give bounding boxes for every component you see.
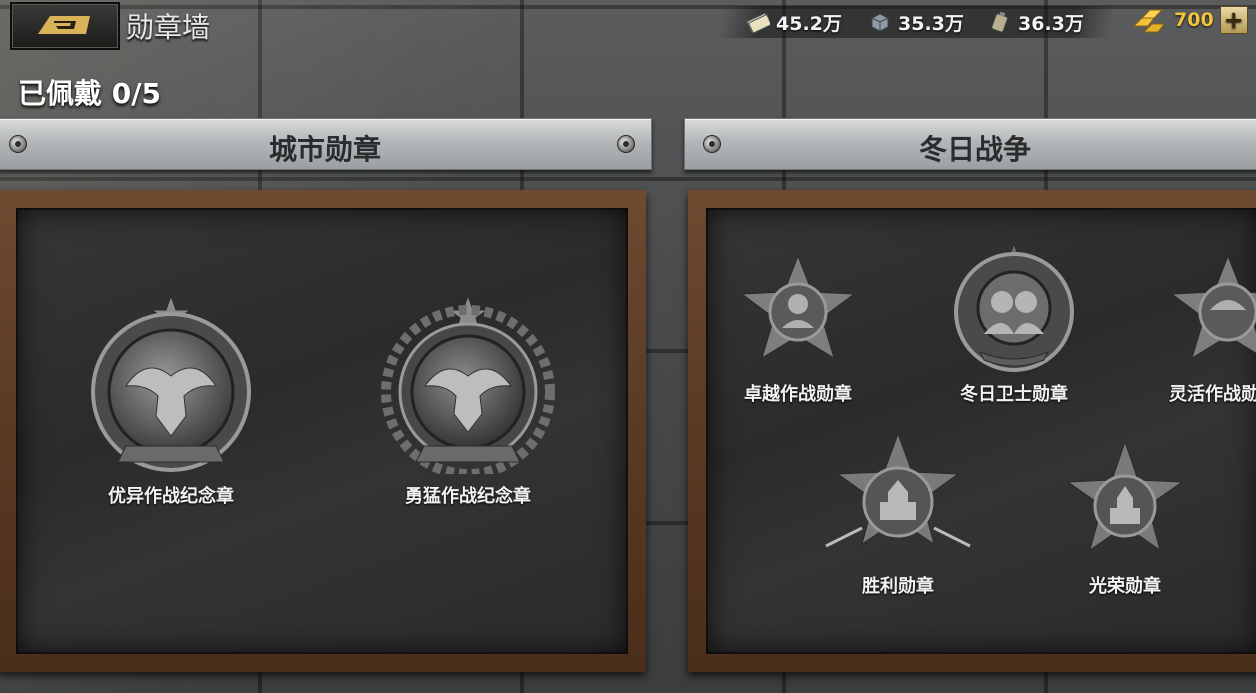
board-surface: 卓越作战勋章 冬日卫士勋章 灵活作战勋 胜利勋章 光荣勋章 <box>706 208 1256 654</box>
medal-slot[interactable]: 优异作战纪念章 <box>86 296 256 508</box>
medal-slot[interactable]: 胜利勋章 <box>822 432 974 598</box>
resource-cash: 45.2万 <box>746 8 842 36</box>
medal-board-city: 优异作战纪念章 勇猛作战纪念章 <box>0 190 646 672</box>
page-title: 勋章墙 <box>126 11 211 44</box>
eagle-medal-icon <box>91 296 251 472</box>
medal-label: 优异作战纪念章 <box>108 486 234 507</box>
medal-board-winter: 卓越作战勋章 冬日卫士勋章 灵活作战勋 胜利勋章 光荣勋章 <box>688 190 1256 672</box>
screw-icon <box>617 135 635 153</box>
medal-label: 冬日卫士勋章 <box>960 384 1068 405</box>
gold-bars-icon <box>1132 9 1165 33</box>
medal-label: 胜利勋章 <box>862 576 934 597</box>
victory-star-medal-icon <box>825 432 971 548</box>
star-helmet-medal-icon <box>1170 254 1256 360</box>
board-surface: 优异作战纪念章 勇猛作战纪念章 <box>16 208 628 654</box>
section-header-city: 城市勋章 <box>0 118 652 170</box>
steel-value: 35.3万 <box>898 12 964 35</box>
star-soldier-medal-icon <box>740 254 856 360</box>
steel-icon <box>871 13 889 32</box>
glory-star-medal-icon <box>1066 440 1184 552</box>
worn-count: 已佩戴 0/5 <box>18 77 161 110</box>
medal-slot[interactable]: 灵活作战勋 <box>1166 254 1256 406</box>
medal-slot[interactable]: 光荣勋章 <box>1062 440 1188 598</box>
section-header-winter: 冬日战争 <box>684 118 1256 170</box>
medal-label: 光荣勋章 <box>1089 576 1161 597</box>
oil-icon <box>991 11 1008 33</box>
cash-value: 45.2万 <box>776 12 842 35</box>
gold-display: 700 + <box>1132 6 1248 34</box>
resource-oil: 36.3万 <box>988 8 1084 36</box>
section-title: 冬日战争 <box>918 133 1031 166</box>
medal-slot[interactable]: 冬日卫士勋章 <box>944 242 1084 406</box>
cash-icon <box>746 12 770 34</box>
section-title: 城市勋章 <box>268 133 381 166</box>
eagle-wreath-medal-icon <box>381 296 555 474</box>
medal-slot[interactable]: 卓越作战勋章 <box>736 254 860 406</box>
medal-slot[interactable]: 勇猛作战纪念章 <box>380 296 556 508</box>
twin-soldiers-medal-icon <box>954 242 1074 372</box>
oil-value: 36.3万 <box>1018 12 1084 35</box>
back-arrow-icon <box>38 16 90 34</box>
add-gold-button[interactable]: + <box>1219 6 1248 34</box>
back-button[interactable] <box>10 2 120 50</box>
medal-label: 卓越作战勋章 <box>744 384 852 405</box>
resource-steel: 35.3万 <box>868 8 964 36</box>
medal-label: 勇猛作战纪念章 <box>405 486 531 507</box>
medal-label: 灵活作战勋 <box>1169 384 1256 405</box>
gold-value: 700 <box>1174 9 1214 31</box>
